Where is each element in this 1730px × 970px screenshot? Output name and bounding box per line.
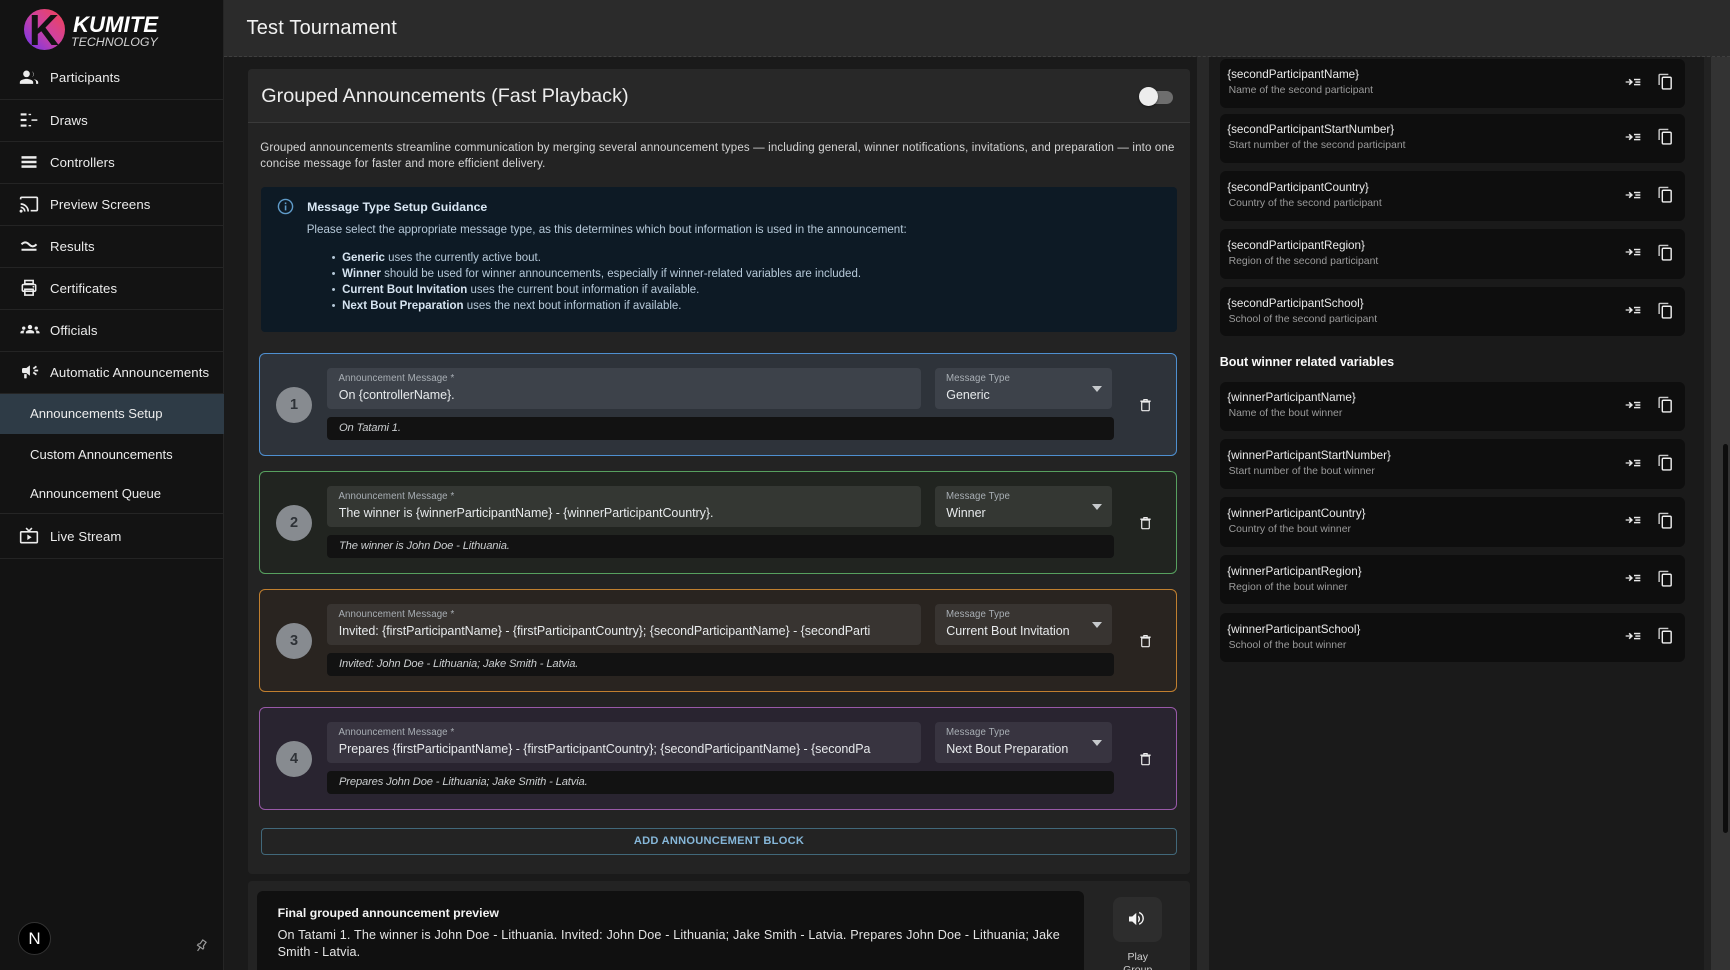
svg-text:K: K: [29, 9, 59, 50]
